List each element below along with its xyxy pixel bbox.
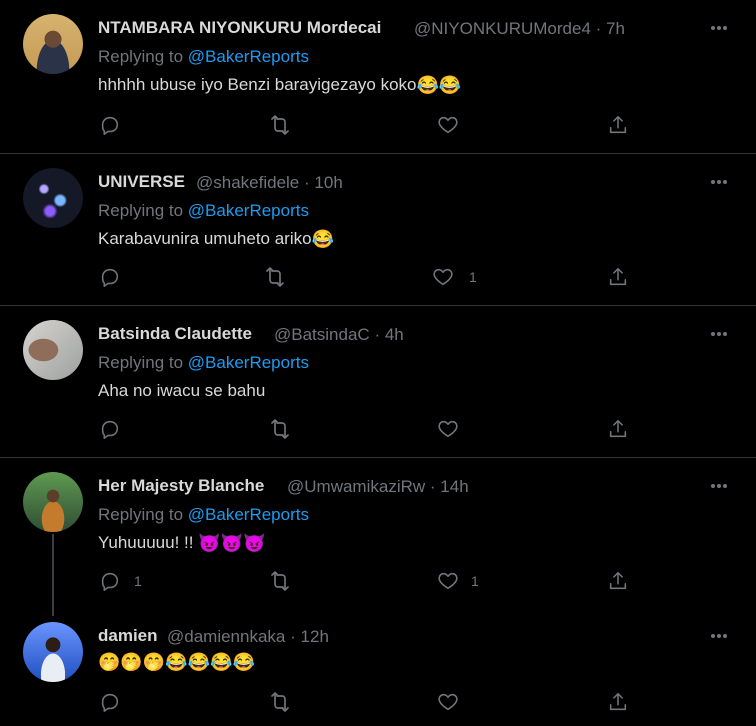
tweet-emoji: 🤭🤭🤭😂😂😂😂 — [98, 652, 255, 672]
avatar[interactable] — [23, 14, 83, 74]
share-icon[interactable] — [607, 418, 629, 440]
replying-to-line: Replying to @BakerReports — [98, 353, 309, 373]
author-name[interactable]: Batsinda Claudette — [98, 324, 252, 344]
share-icon[interactable] — [607, 691, 629, 713]
retweet-icon[interactable] — [263, 266, 287, 288]
avatar[interactable] — [23, 472, 83, 532]
tweet-emoji: 😈😈😈 — [198, 533, 266, 553]
tweet-text-body: Aha no iwacu se bahu — [98, 381, 266, 400]
tweet-item[interactable]: Her Majesty Blanche @UmwamikaziRw · 14h … — [0, 458, 756, 610]
timestamp[interactable]: 7h — [606, 19, 625, 38]
more-icon[interactable] — [709, 476, 729, 496]
replying-to-label: Replying to — [98, 353, 188, 372]
author-handle[interactable]: @damiennkaka — [167, 627, 285, 646]
retweet-icon[interactable] — [268, 691, 292, 713]
retweet-icon[interactable] — [268, 114, 292, 136]
like-icon[interactable] — [437, 418, 459, 440]
replying-handle-link[interactable]: @BakerReports — [188, 353, 309, 372]
like-icon[interactable] — [432, 266, 454, 288]
tweet-text: Aha no iwacu se bahu — [98, 381, 265, 402]
timestamp[interactable]: 14h — [440, 477, 468, 496]
tweet-item[interactable]: Batsinda Claudette @BatsindaC · 4h Reply… — [0, 306, 756, 458]
more-icon[interactable] — [709, 18, 729, 38]
timestamp[interactable]: 12h — [301, 627, 329, 646]
tweet-item[interactable]: NTAMBARA NIYONKURU Mordecai @NIYONKURUMo… — [0, 0, 756, 154]
replying-to-label: Replying to — [98, 505, 188, 524]
share-icon[interactable] — [607, 266, 629, 288]
author-handle[interactable]: @shakefidele — [196, 173, 299, 192]
meta-separator: · — [595, 19, 602, 38]
reply-icon[interactable] — [99, 691, 121, 713]
meta-separator: · — [290, 627, 296, 646]
author-name[interactable]: damien — [98, 626, 158, 646]
avatar[interactable] — [23, 320, 83, 380]
like-count: 1 — [469, 269, 477, 285]
meta-separator: · — [429, 477, 436, 496]
tweet-text-body: Yuhuuuuu! !! — [98, 533, 199, 552]
tweet-emoji: 😂😂 — [416, 75, 462, 95]
reply-icon[interactable] — [99, 570, 121, 592]
more-icon[interactable] — [709, 172, 729, 192]
more-icon[interactable] — [709, 324, 729, 344]
avatar[interactable] — [23, 622, 83, 682]
like-count: 1 — [471, 573, 479, 589]
tweet-text: hhhhh ubuse iyo Benzi barayigezayo koko😂… — [98, 75, 461, 96]
replying-to-line: Replying to @BakerReports — [98, 505, 309, 525]
tweet-text-body: hhhhh ubuse iyo Benzi barayigezayo koko — [98, 75, 417, 94]
replying-to-label: Replying to — [98, 201, 188, 220]
retweet-icon[interactable] — [268, 418, 292, 440]
author-handle[interactable]: @UmwamikaziRw — [287, 477, 425, 496]
like-icon[interactable] — [437, 691, 459, 713]
replying-handle-link[interactable]: @BakerReports — [188, 47, 309, 66]
replying-handle-link[interactable]: @BakerReports — [188, 505, 309, 524]
retweet-icon[interactable] — [268, 570, 292, 592]
tweet-item[interactable]: damien @damiennkaka · 12h 🤭🤭🤭😂😂😂😂 — [0, 610, 756, 726]
author-handle[interactable]: @BatsindaC — [274, 325, 370, 344]
share-icon[interactable] — [607, 570, 629, 592]
tweet-item[interactable]: UNIVERSE @shakefidele · 10h Replying to … — [0, 154, 756, 306]
author-name[interactable]: UNIVERSE — [98, 172, 185, 192]
tweet-emoji: 😂 — [311, 229, 334, 249]
more-icon[interactable] — [709, 626, 729, 646]
author-handle[interactable]: @NIYONKURUMorde4 — [414, 19, 591, 38]
share-icon[interactable] — [607, 114, 629, 136]
avatar[interactable] — [23, 168, 83, 228]
like-icon[interactable] — [437, 570, 459, 592]
tweet-text: 🤭🤭🤭😂😂😂😂 — [98, 652, 255, 673]
replying-handle-link[interactable]: @BakerReports — [188, 201, 309, 220]
author-name[interactable]: Her Majesty Blanche — [98, 476, 264, 496]
author-name[interactable]: NTAMBARA NIYONKURU Mordecai — [98, 18, 381, 38]
meta-separator: · — [374, 325, 381, 344]
like-icon[interactable] — [437, 114, 459, 136]
reply-count: 1 — [134, 573, 142, 589]
timestamp[interactable]: 10h — [314, 173, 342, 192]
meta-separator: · — [304, 173, 310, 192]
tweet-text-body: Karabavunira umuheto ariko — [98, 229, 312, 248]
tweet-text: Yuhuuuuu! !! 😈😈😈 — [98, 533, 265, 554]
replying-to-line: Replying to @BakerReports — [98, 47, 309, 67]
thread-connector-line — [52, 534, 54, 616]
tweet-text: Karabavunira umuheto ariko😂 — [98, 229, 334, 250]
reply-icon[interactable] — [99, 114, 121, 136]
replying-to-line: Replying to @BakerReports — [98, 201, 309, 221]
timestamp[interactable]: 4h — [385, 325, 404, 344]
reply-icon[interactable] — [99, 266, 121, 288]
replying-to-label: Replying to — [98, 47, 188, 66]
reply-icon[interactable] — [99, 418, 121, 440]
